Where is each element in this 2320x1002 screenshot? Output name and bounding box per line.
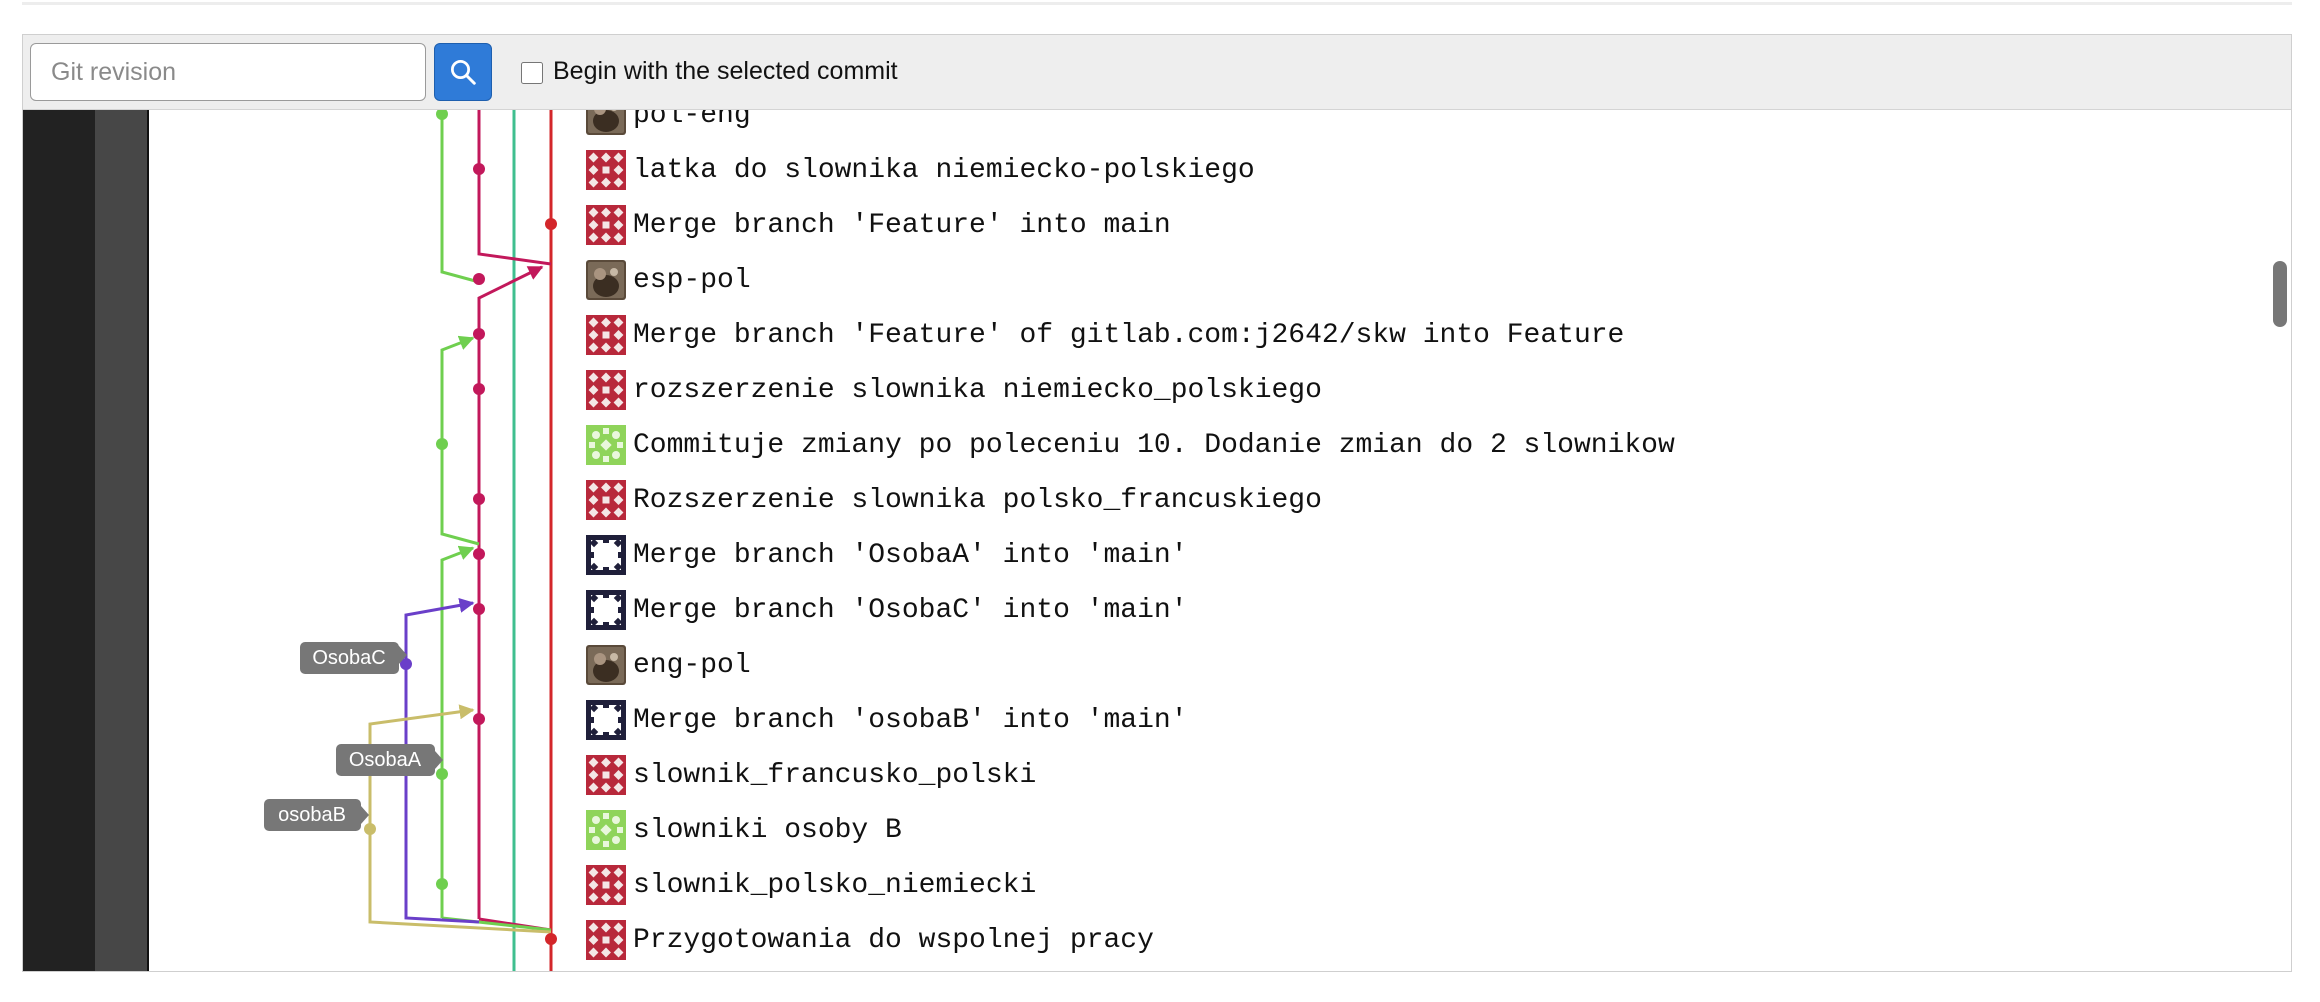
author-avatar [586, 535, 626, 575]
commit-node[interactable] [473, 713, 485, 725]
ref-label-text: OsobaC [312, 647, 385, 669]
author-avatar [586, 590, 626, 630]
author-avatar [586, 920, 626, 960]
search-icon [451, 60, 476, 85]
commit-message: rozszerzenie slownika niemiecko_polskieg… [633, 374, 1322, 406]
commit-node[interactable] [364, 823, 376, 835]
commit-row[interactable]: Merge branch 'Feature' into main [586, 200, 1171, 250]
graph-area: OsobaC OsobaA osobaB pol-eng latka do slo… [23, 110, 2291, 971]
ref-label-text: osobaB [278, 804, 346, 826]
author-avatar [586, 645, 626, 685]
branch-line-green [440, 110, 480, 284]
branch-line-green-2 [440, 335, 480, 546]
search-button[interactable] [434, 43, 492, 101]
author-avatar [586, 110, 626, 135]
commit-message: Merge branch 'Feature' of gitlab.com:j26… [633, 319, 1625, 351]
author-avatar [586, 755, 626, 795]
author-avatar [586, 260, 626, 300]
commit-message: esp-pol [633, 264, 751, 296]
commit-node[interactable] [473, 493, 485, 505]
commit-row[interactable]: latka do slownika niemiecko-polskiego [586, 145, 1255, 195]
commit-node[interactable] [436, 768, 448, 780]
commit-message: Rozszerzenie slownika polsko_francuskieg… [633, 484, 1322, 516]
commit-message: slowniki osoby B [633, 814, 902, 846]
author-avatar [586, 150, 626, 190]
author-avatar [586, 810, 626, 850]
ref-label-osobac[interactable]: OsobaC [300, 642, 407, 674]
branch-graph: OsobaC OsobaA osobaB [264, 110, 557, 971]
commit-row[interactable]: rozszerzenie slownika niemiecko_polskieg… [586, 365, 1322, 415]
vertical-scrollbar[interactable] [2273, 261, 2287, 327]
author-avatar [586, 425, 626, 465]
branch-line-olive [368, 704, 552, 934]
commit-row[interactable]: slownik_francusko_polski [586, 750, 1036, 800]
commit-row[interactable]: Merge branch 'osobaB' into 'main' [586, 695, 1188, 745]
commit-message: latka do slownika niemiecko-polskiego [633, 154, 1255, 186]
commit-node[interactable] [436, 878, 448, 890]
commit-node[interactable] [473, 273, 485, 285]
commit-row[interactable]: esp-pol [586, 255, 751, 305]
commit-node[interactable] [473, 163, 485, 175]
author-avatar [586, 480, 626, 520]
commit-message: slownik_francusko_polski [633, 759, 1037, 791]
commit-node[interactable] [436, 110, 448, 120]
commit-message: Merge branch 'Feature' into main [633, 209, 1171, 241]
top-divider [22, 2, 2292, 5]
git-revision-input[interactable] [30, 43, 426, 101]
commit-row[interactable]: eng-pol [586, 640, 751, 690]
commit-node[interactable] [545, 218, 557, 230]
commit-row[interactable]: Merge branch 'OsobaA' into 'main' [586, 530, 1188, 580]
commit-row[interactable]: Merge branch 'Feature' of gitlab.com:j26… [586, 310, 1624, 360]
author-avatar [586, 205, 626, 245]
commit-row[interactable]: pol-eng [586, 110, 751, 140]
begin-with-selected-checkbox[interactable] [521, 62, 543, 84]
commit-row[interactable]: slowniki osoby B [586, 805, 902, 855]
commit-row[interactable]: Commituje zmiany po poleceniu 10. Dodani… [586, 420, 1675, 470]
commit-node[interactable] [473, 548, 485, 560]
ref-label-text: OsobaA [349, 749, 422, 771]
commit-node[interactable] [473, 383, 485, 395]
toolbar: Begin with the selected commit [23, 35, 2291, 110]
commit-message: eng-pol [633, 649, 751, 681]
commit-message: Merge branch 'OsobaA' into 'main' [633, 539, 1188, 571]
commit-node[interactable] [473, 328, 485, 340]
commit-message: slownik_polsko_niemiecki [633, 869, 1037, 901]
commit-node[interactable] [545, 933, 557, 945]
ref-label-osobaa[interactable]: OsobaA [336, 744, 443, 776]
commit-message: Commituje zmiany po poleceniu 10. Dodani… [633, 429, 1675, 461]
begin-with-selected-label: Begin with the selected commit [553, 57, 898, 85]
commit-message: pol-eng [633, 110, 751, 131]
commit-row[interactable]: Rozszerzenie slownika polsko_francuskieg… [586, 475, 1322, 525]
author-avatar [586, 700, 626, 740]
commit-node[interactable] [473, 603, 485, 615]
commit-row[interactable]: slownik_polsko_niemiecki [586, 860, 1036, 910]
commit-node[interactable] [436, 438, 448, 450]
branch-line-feature-2 [477, 265, 544, 919]
ref-label-osobab[interactable]: osobaB [264, 799, 369, 831]
commit-message: Merge branch 'osobaB' into 'main' [633, 704, 1188, 736]
author-avatar [586, 865, 626, 905]
commit-row[interactable]: Przygotowania do wspolnej pracy [586, 915, 1154, 965]
commit-message: Merge branch 'OsobaC' into 'main' [633, 594, 1188, 626]
commit-message: Przygotowania do wspolnej pracy [633, 924, 1154, 956]
author-avatar [586, 370, 626, 410]
commit-row[interactable]: Merge branch 'OsobaC' into 'main' [586, 585, 1188, 635]
author-avatar [586, 315, 626, 355]
commit-graph-panel: Begin with the selected commit [22, 34, 2292, 972]
